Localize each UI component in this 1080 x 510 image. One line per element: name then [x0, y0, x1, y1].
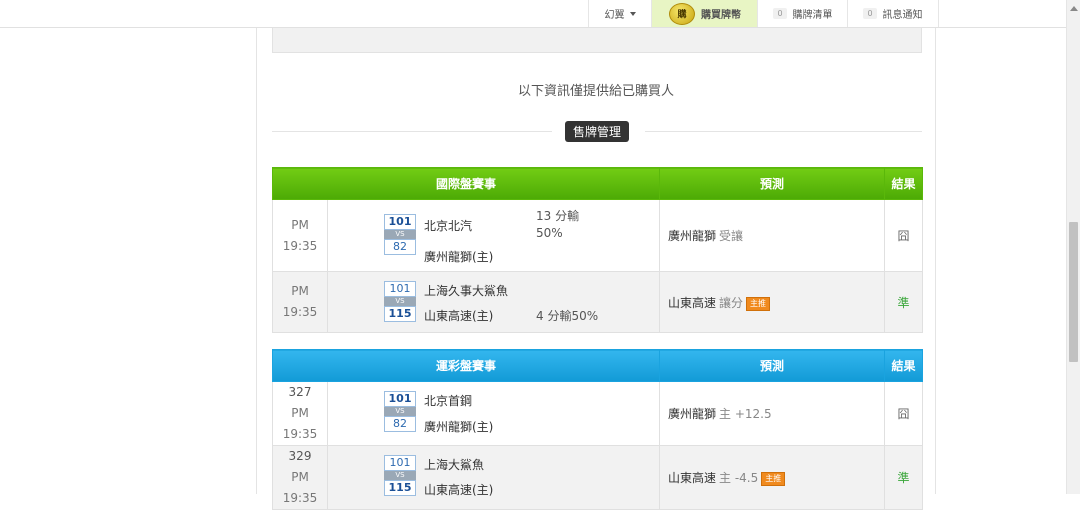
game-time: PM 19:35	[282, 406, 318, 441]
lottery-games-table: 運彩盤賽事 預測 結果 327 PM 19:35 101 VS 82 北京首鋼 …	[271, 349, 924, 510]
table-row: PM 19:35 101 VS 115 上海久事大鯊魚 山東高速(主) 4 分輸…	[272, 271, 924, 333]
team-away: 北京北汽	[424, 219, 473, 233]
scrollbar-thumb[interactable]	[1069, 222, 1078, 362]
table-header-row: 國際盤賽事 預測 結果	[271, 167, 924, 200]
score-bottom: 82	[384, 239, 416, 255]
pred-team: 廣州龍獅	[668, 407, 717, 421]
coin-icon: 購	[669, 2, 695, 25]
user-menu[interactable]: 幻翼	[588, 0, 651, 27]
buy-coin-label: 購買牌幣	[701, 10, 741, 21]
pred-sub: 讓分	[719, 295, 744, 310]
team-home: 廣州龍獅(主)	[424, 420, 494, 434]
content-box	[272, 28, 922, 53]
odds-line1: 13 分輸	[536, 209, 580, 223]
vs-label: VS	[384, 407, 416, 416]
sales-manage-button[interactable]: 售牌管理	[565, 121, 629, 142]
team-home: 山東高速(主)	[424, 309, 494, 323]
score-bottom: 82	[384, 416, 416, 432]
odds-line2: 50%	[536, 226, 563, 240]
table-row: 329 PM 19:35 101 VS 115 上海大鯊魚 山東高速(主) 山東…	[272, 445, 924, 510]
purchase-list-link[interactable]: 0 購牌清單	[757, 0, 848, 27]
score-box: 101 VS 82	[384, 391, 416, 432]
game-number: 327	[288, 385, 312, 399]
game-time-cell: 329 PM 19:35	[272, 445, 328, 510]
intl-header: 國際盤賽事	[271, 167, 661, 200]
prediction-cell: 山東高速主 -4.5 主推	[659, 445, 886, 510]
vs-label: VS	[384, 230, 416, 239]
score-top: 101	[384, 391, 416, 407]
prediction-cell: 廣州龍獅 受讓	[659, 199, 886, 272]
pred-header: 預測	[659, 167, 886, 200]
game-time: PM 19:35	[272, 199, 328, 272]
game-time: PM 19:35	[272, 271, 328, 333]
table-header-row: 運彩盤賽事 預測 結果	[271, 349, 924, 382]
recommend-tag: 主推	[746, 296, 771, 311]
team-home: 廣州龍獅(主)	[424, 250, 494, 264]
user-menu-label: 幻翼	[604, 10, 625, 21]
prediction-cell: 山東高速 讓分 主推	[659, 271, 886, 333]
score-top: 101	[384, 281, 416, 297]
result-cell: 囧	[884, 381, 924, 446]
notifications-link[interactable]: 0 訊息通知	[847, 0, 939, 27]
pred-sub: 主 +12.5	[719, 407, 772, 421]
main-panel: 以下資訊僅提供給已購買人 售牌管理 國際盤賽事 預測 結果 PM 19:35 1…	[256, 28, 936, 510]
team-away: 上海大鯊魚	[424, 458, 485, 472]
result-header: 結果	[884, 349, 924, 382]
team-away: 北京首鋼	[424, 394, 473, 408]
info-text: 以下資訊僅提供給已購買人	[517, 84, 674, 99]
match-cell: 101 VS 82 北京首鋼 廣州龍獅(主)	[326, 381, 661, 446]
match-cell: 101 VS 115 上海大鯊魚 山東高速(主)	[326, 445, 661, 510]
team-away: 上海久事大鯊魚	[424, 284, 509, 298]
pred-team: 廣州龍獅	[668, 229, 717, 243]
purchase-list-label: 購牌清單	[792, 10, 833, 21]
lottery-header: 運彩盤賽事	[271, 349, 661, 382]
result-header: 結果	[884, 167, 924, 200]
prediction-cell: 廣州龍獅主 +12.5	[659, 381, 886, 446]
pred-header: 預測	[659, 349, 886, 382]
scroll-up-arrow-icon[interactable]	[1070, 6, 1078, 11]
score-box: 101 VS 115	[384, 281, 416, 322]
caret-down-icon	[629, 11, 636, 16]
score-top: 101	[384, 214, 416, 230]
match-cell: 101 VS 82 北京北汽 廣州龍獅(主) 13 分輸 50%	[326, 199, 661, 272]
vs-label: VS	[384, 471, 416, 480]
pred-team: 山東高速	[668, 471, 717, 485]
odds-line2: 4 分輸50%	[536, 309, 599, 323]
game-number: 329	[288, 449, 312, 463]
score-box: 101 VS 82	[384, 214, 416, 255]
vs-label: VS	[384, 297, 416, 306]
purchase-list-count: 0	[773, 8, 787, 19]
pred-team: 山東高速	[668, 295, 717, 310]
game-time: PM 19:35	[282, 470, 318, 505]
recommend-tag: 主推	[761, 472, 786, 486]
buy-coin-button[interactable]: 購 購買牌幣	[651, 0, 758, 27]
score-top: 101	[384, 455, 416, 471]
table-row: 327 PM 19:35 101 VS 82 北京首鋼 廣州龍獅(主) 廣州龍獅…	[272, 381, 924, 446]
intl-games-table: 國際盤賽事 預測 結果 PM 19:35 101 VS 82 北京北汽 廣州龍獅…	[271, 167, 924, 333]
notifications-label: 訊息通知	[882, 10, 923, 21]
divider-left	[272, 131, 552, 132]
game-time-cell: 327 PM 19:35	[272, 381, 328, 446]
pred-sub: 主 -4.5	[719, 471, 759, 485]
divider-right	[645, 131, 922, 132]
page-scrollbar[interactable]	[1066, 0, 1080, 494]
result-cell: 囧	[884, 199, 924, 272]
match-cell: 101 VS 115 上海久事大鯊魚 山東高速(主) 4 分輸50%	[326, 271, 661, 333]
notifications-count: 0	[863, 8, 877, 19]
result-cell: 準	[884, 445, 924, 510]
team-home: 山東高速(主)	[424, 483, 494, 497]
table-row: PM 19:35 101 VS 82 北京北汽 廣州龍獅(主) 13 分輸 50…	[272, 199, 924, 272]
pred-sub: 受讓	[719, 229, 744, 243]
result-cell: 準	[884, 271, 924, 333]
top-nav-bar: 幻翼 購 購買牌幣 0 購牌清單 0 訊息通知	[0, 0, 1080, 28]
score-box: 101 VS 115	[384, 455, 416, 496]
score-bottom: 115	[384, 306, 416, 322]
